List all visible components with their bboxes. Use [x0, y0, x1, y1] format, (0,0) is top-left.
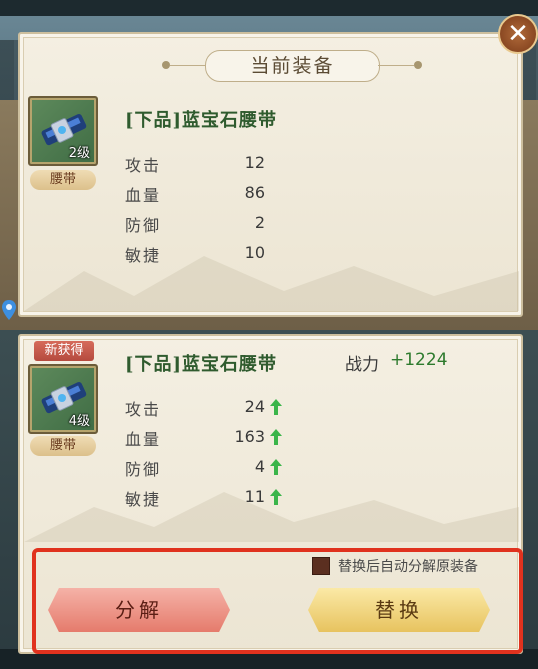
- item-name: [下品]蓝宝石腰带: [125, 354, 278, 375]
- stat-value: 2: [254, 213, 265, 232]
- stat-row-hp: 血量 86: [125, 182, 325, 206]
- stat-value: 86: [244, 183, 265, 202]
- item-level: 4级: [68, 414, 90, 429]
- item-type-tag: 腰带: [30, 170, 96, 190]
- stat-value: 10: [244, 243, 265, 262]
- stat-value: 12: [244, 153, 265, 172]
- action-highlight-frame: [32, 548, 523, 654]
- title-ornament-right: [414, 61, 422, 69]
- close-icon: ✕: [507, 19, 529, 49]
- stat-label: 攻击: [125, 400, 162, 419]
- section-title: 当前装备: [205, 50, 380, 82]
- stat-row-agility: 敏捷 11: [125, 486, 325, 510]
- stat-value: 4: [254, 457, 265, 476]
- stat-label: 血量: [125, 430, 162, 449]
- current-item-icon[interactable]: 2级: [28, 96, 98, 166]
- combat-power-label: 战力: [345, 355, 379, 375]
- stat-row-defense: 防御 2: [125, 212, 325, 236]
- stat-label: 防御: [125, 216, 162, 235]
- stat-row-attack: 攻击 12: [125, 152, 325, 176]
- new-item-icon[interactable]: 4级: [28, 364, 98, 434]
- stat-row-defense: 防御 4: [125, 456, 325, 480]
- stat-row-attack: 攻击 24: [125, 396, 325, 420]
- title-line-right: [378, 65, 414, 66]
- current-equipment-panel: 当前装备 2级 腰带 [下品]蓝宝石腰带 攻击 12 血量 86 防御 2 敏捷…: [18, 32, 523, 317]
- combat-power-value: +1224: [390, 350, 448, 370]
- arrow-up-icon: [270, 399, 282, 415]
- stat-label: 血量: [125, 186, 162, 205]
- arrow-up-icon: [270, 429, 282, 445]
- item-level: 2级: [68, 146, 90, 161]
- stat-value: 24: [244, 397, 265, 416]
- scene-top-bar: [0, 0, 538, 16]
- item-name: [下品]蓝宝石腰带: [125, 110, 278, 131]
- stat-value: 163: [234, 427, 265, 446]
- stat-label: 攻击: [125, 156, 162, 175]
- arrow-up-icon: [270, 459, 282, 475]
- stat-row-agility: 敏捷 10: [125, 242, 325, 266]
- map-pin-icon: [2, 300, 16, 320]
- close-button[interactable]: ✕: [498, 14, 538, 54]
- title-ornament-left: [162, 61, 170, 69]
- arrow-up-icon: [270, 489, 282, 505]
- new-obtained-tag: 新获得: [34, 341, 94, 361]
- stat-label: 防御: [125, 460, 162, 479]
- stat-value: 11: [244, 487, 265, 506]
- title-line-left: [170, 65, 205, 66]
- item-type-tag: 腰带: [30, 436, 96, 456]
- stat-row-hp: 血量 163: [125, 426, 325, 450]
- stat-label: 敏捷: [125, 246, 162, 265]
- stat-label: 敏捷: [125, 490, 162, 509]
